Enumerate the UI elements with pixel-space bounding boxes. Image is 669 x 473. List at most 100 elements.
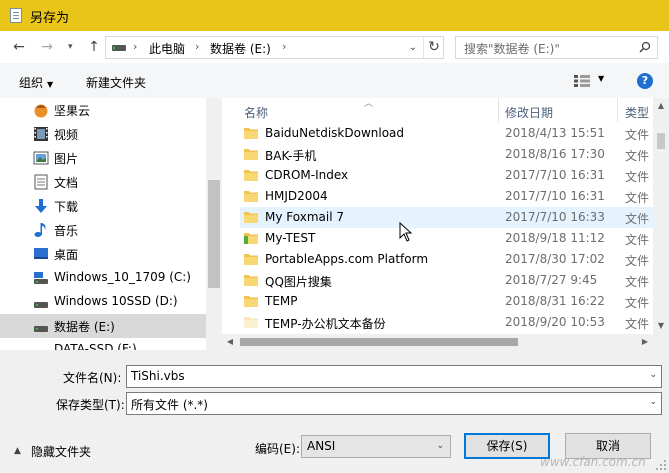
file-modified: 2017/7/10 16:31	[505, 189, 605, 203]
recent-locations-chevron-icon[interactable]: ▾	[68, 38, 73, 56]
sidebar-scrollbar[interactable]	[206, 98, 222, 350]
encoding-select[interactable]: ANSI ⌄	[301, 435, 451, 458]
drive-icon	[34, 302, 48, 308]
horizontal-scrollbar-thumb[interactable]	[240, 338, 518, 346]
file-modified: 2018/9/20 10:53	[505, 315, 605, 329]
hide-folders-toggle[interactable]: 隐藏文件夹	[31, 443, 91, 460]
save-button[interactable]: 保存(S)	[464, 433, 550, 459]
mouse-cursor-icon	[399, 222, 413, 242]
table-row[interactable]: BaiduNetdiskDownload 2018/4/13 15:51 文件	[240, 123, 653, 144]
breadcrumb-this-pc[interactable]: 此电脑	[149, 40, 185, 57]
watermark: www.cfan.com.cn	[540, 455, 646, 469]
sidebar-item-documents[interactable]: 文档	[0, 170, 206, 194]
scroll-left-icon[interactable]: ◀	[222, 334, 238, 350]
hide-folders-chevron-icon[interactable]: ▲	[14, 446, 21, 456]
table-row[interactable]: TEMP 2018/8/31 16:22 文件	[240, 291, 653, 312]
column-header-modified[interactable]: 修改日期	[505, 104, 553, 121]
chevron-down-icon[interactable]: ⌄	[649, 397, 657, 407]
organize-button[interactable]: 组织 ▼	[19, 74, 53, 91]
forward-arrow-icon[interactable]: →	[38, 38, 56, 56]
chevron-down-icon[interactable]: ⌄	[649, 370, 657, 380]
encoding-value: ANSI	[307, 439, 336, 453]
address-dropdown-icon[interactable]: ⌄	[403, 37, 423, 58]
sidebar-item-label: 桌面	[54, 248, 79, 262]
breadcrumb-drive-e[interactable]: 数据卷 (E:)	[210, 40, 271, 57]
table-row[interactable]: CDROM-Index 2017/7/10 16:31 文件	[240, 165, 653, 186]
refresh-icon[interactable]: ↻	[423, 37, 444, 58]
scroll-right-icon[interactable]: ▶	[637, 334, 653, 350]
file-name: My Foxmail 7	[265, 210, 344, 224]
table-row[interactable]: HMJD2004 2017/7/10 16:31 文件	[240, 186, 653, 207]
sidebar-item-nutstore[interactable]: 坚果云	[0, 98, 206, 122]
column-header-name[interactable]: 名称	[244, 104, 268, 121]
table-row[interactable]: QQ图片搜集 2018/7/27 9:45 文件	[240, 270, 653, 291]
sidebar-item-label: 音乐	[54, 224, 79, 238]
file-name: BAK-手机	[265, 149, 317, 163]
file-type: 文件	[625, 212, 650, 226]
filename-value: TiShi.vbs	[131, 369, 185, 383]
navigation-bar: ← → ▾ ↑ › 此电脑 › 数据卷 (E:) › ⌄ ↻ 搜索"数据卷 (E…	[0, 31, 669, 63]
sidebar-item-pictures[interactable]: 图片	[0, 146, 206, 170]
sidebar-item-downloads[interactable]: 下载	[0, 194, 206, 218]
folder-icon	[244, 275, 258, 286]
file-name: HMJD2004	[265, 189, 328, 203]
command-bar: 组织 ▼ 新建文件夹 ▼ ?	[0, 63, 669, 98]
documents-icon	[34, 174, 48, 190]
sidebar-item-desktop[interactable]: 桌面	[0, 242, 206, 266]
sidebar-item-drive-d[interactable]: Windows 10SSD (D:)	[0, 290, 206, 314]
file-name: PortableApps.com Platform	[265, 252, 429, 266]
drive-icon	[34, 272, 48, 284]
back-arrow-icon[interactable]: ←	[10, 38, 28, 56]
sidebar-scrollbar-thumb[interactable]	[208, 180, 220, 288]
file-list-vertical-scrollbar[interactable]: ▲ ▼	[653, 98, 669, 334]
breadcrumb-separator-icon[interactable]: ›	[195, 40, 199, 53]
table-row[interactable]: My Foxmail 7 2017/7/10 16:33 文件	[240, 207, 653, 228]
music-icon	[34, 223, 46, 237]
help-icon[interactable]: ?	[637, 73, 653, 89]
view-dropdown-chevron-icon[interactable]: ▼	[598, 74, 604, 83]
column-divider[interactable]	[617, 98, 618, 122]
notepad-icon	[10, 8, 22, 23]
chevron-down-icon: ⌄	[436, 441, 444, 451]
new-folder-button[interactable]: 新建文件夹	[86, 74, 146, 91]
folder-icon	[244, 212, 258, 223]
column-header-type[interactable]: 类型	[625, 104, 649, 121]
file-name: QQ图片搜集	[265, 275, 332, 289]
sidebar-item-music[interactable]: 音乐	[0, 218, 206, 242]
address-bar[interactable]: › 此电脑 › 数据卷 (E:) › ⌄ ↻	[105, 36, 444, 59]
breadcrumb-separator-icon[interactable]: ›	[133, 40, 137, 53]
folder-icon	[244, 317, 258, 328]
drive-icon	[34, 326, 48, 332]
table-row[interactable]: PortableApps.com Platform 2017/8/30 17:0…	[240, 249, 653, 270]
filename-label: 文件名(N):	[63, 371, 122, 385]
table-row[interactable]: TEMP-办公机文本备份 2018/9/20 10:53 文件	[240, 312, 653, 333]
file-list-horizontal-scrollbar[interactable]: ◀ ▶	[222, 334, 653, 350]
sidebar-item-drive-e[interactable]: 数据卷 (E:)	[0, 314, 206, 338]
vertical-scrollbar-thumb[interactable]	[657, 133, 665, 149]
sidebar-item-label: 文档	[54, 176, 79, 190]
file-type: 文件	[625, 296, 650, 310]
green-folder-icon	[244, 233, 258, 244]
sidebar-item-drive-c[interactable]: Windows_10_1709 (C:)	[0, 266, 206, 290]
pictures-icon	[33, 151, 49, 165]
search-input[interactable]: 搜索"数据卷 (E:)"	[455, 36, 658, 59]
breadcrumb-separator-icon[interactable]: ›	[282, 40, 286, 53]
file-name: My-TEST	[265, 231, 316, 245]
sidebar-item-videos[interactable]: 视频	[0, 122, 206, 146]
scroll-down-icon[interactable]: ▼	[653, 318, 669, 334]
video-icon	[34, 127, 48, 141]
column-divider[interactable]	[498, 98, 499, 122]
sidebar-item-drive-f[interactable]: DATA-SSD (F:)	[0, 338, 206, 350]
table-row[interactable]: My-TEST 2018/9/18 11:12 文件	[240, 228, 653, 249]
file-type: 文件	[625, 149, 650, 163]
search-icon[interactable]	[639, 41, 651, 53]
filetype-select[interactable]: 所有文件 (*.*) ⌄	[126, 392, 662, 415]
view-options-icon[interactable]	[574, 75, 590, 87]
scroll-up-icon[interactable]: ▲	[653, 98, 669, 114]
table-row[interactable]: BAK-手机 2018/8/16 17:30 文件	[240, 144, 653, 165]
filename-input[interactable]: TiShi.vbs ⌄	[126, 365, 662, 388]
resize-grip-icon[interactable]	[655, 459, 667, 471]
sidebar-item-label: DATA-SSD (F:)	[54, 342, 137, 350]
up-arrow-icon[interactable]: ↑	[85, 38, 103, 56]
file-name: TEMP-办公机文本备份	[265, 317, 386, 331]
